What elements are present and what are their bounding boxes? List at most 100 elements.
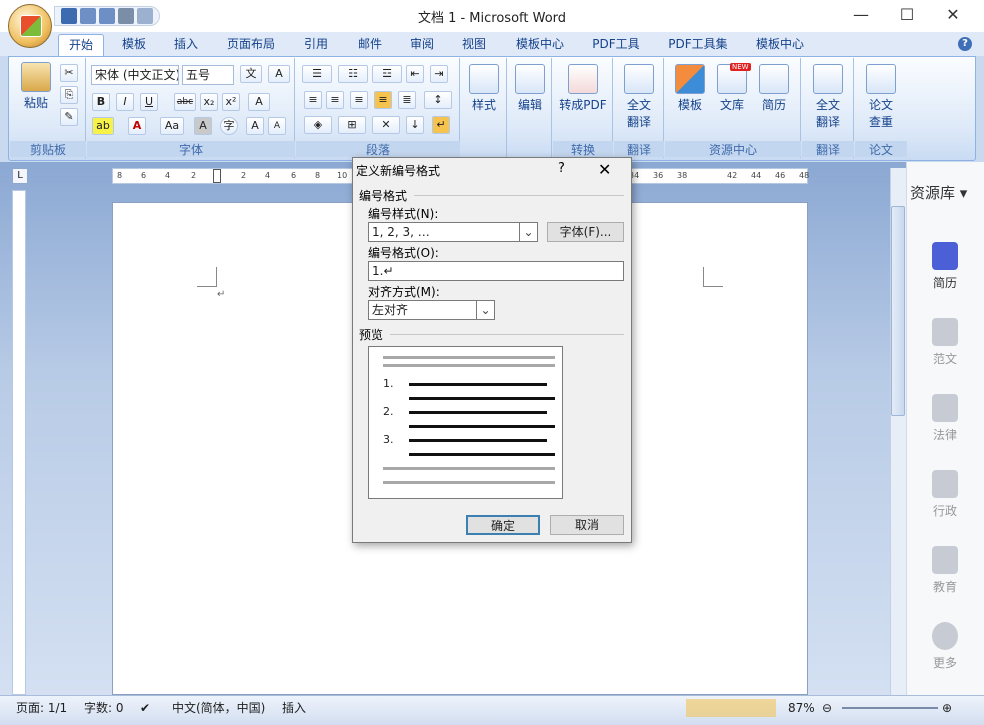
status-language[interactable]: 中文(简体，中国) [172, 699, 265, 717]
full-translate-button-2[interactable]: 全文翻译 [806, 64, 850, 130]
chevron-down-icon[interactable]: ⌄ [476, 301, 494, 319]
minimize-button[interactable]: — [850, 4, 872, 26]
grow-font-icon[interactable]: A [246, 117, 264, 135]
alignment-select[interactable]: 左对齐 ⌄ [368, 300, 495, 320]
dialog-title: 定义新编号格式 [356, 164, 441, 178]
tab-view[interactable]: 视图 [452, 34, 496, 56]
side-panel-title[interactable]: 资源库 ▾ [910, 182, 967, 203]
shrink-font-icon[interactable]: A [268, 117, 286, 135]
side-item-resume[interactable]: 简历 [906, 242, 984, 291]
view-buttons[interactable] [686, 699, 776, 717]
tab-template[interactable]: 模板 [112, 34, 156, 56]
show-marks-icon[interactable]: ↵ [432, 116, 450, 134]
group-label-convert: 转换 [553, 141, 613, 157]
cut-icon[interactable]: ✂ [60, 64, 78, 82]
font-color-icon[interactable]: A [128, 117, 146, 135]
font-size-combo[interactable]: 五号 [182, 65, 234, 85]
status-page[interactable]: 页面: 1/1 [16, 699, 67, 717]
align-center-icon[interactable]: ≡ [326, 91, 344, 109]
underline-icon[interactable]: U [140, 93, 158, 111]
chinese-layout-icon[interactable]: ✕ [372, 116, 400, 134]
side-item-admin[interactable]: 行政 [906, 470, 984, 519]
align-left-icon[interactable]: ≡ [304, 91, 322, 109]
tab-home[interactable]: 开始 [58, 34, 104, 56]
tab-review[interactable]: 审阅 [400, 34, 444, 56]
change-case-icon[interactable]: Aa [160, 117, 184, 135]
side-item-more[interactable]: 更多 [906, 622, 984, 671]
translate-icon-2 [813, 64, 843, 94]
cancel-button[interactable]: 取消 [550, 515, 624, 535]
enclosed-char-icon[interactable]: 字 [220, 117, 238, 135]
zoom-level[interactable]: 87% [788, 699, 815, 717]
shading-icon[interactable]: ◈ [304, 116, 332, 134]
dialog-help-button[interactable]: ? [558, 161, 565, 176]
font-button[interactable]: 字体(F)... [547, 222, 624, 242]
pdf-icon [568, 64, 598, 94]
borders-icon[interactable]: ⊞ [338, 116, 366, 134]
side-item-law[interactable]: 法律 [906, 394, 984, 443]
format-painter-icon[interactable]: ✎ [60, 108, 78, 126]
status-insert-mode[interactable]: 插入 [282, 699, 306, 717]
tab-page-layout[interactable]: 页面布局 [218, 34, 284, 56]
edit-button[interactable]: 编辑 [510, 64, 550, 113]
paste-button[interactable]: 粘贴 [16, 62, 56, 111]
help-icon[interactable]: ? [958, 37, 972, 51]
superscript-icon[interactable]: x² [222, 93, 240, 111]
chevron-down-icon[interactable]: ⌄ [519, 223, 537, 241]
office-button[interactable] [8, 4, 52, 48]
bullets-icon[interactable]: ☰ [302, 65, 332, 83]
ok-button[interactable]: 确定 [466, 515, 540, 535]
indent-marker[interactable] [213, 169, 221, 183]
library-button[interactable]: 文库 [712, 64, 752, 113]
multilevel-list-icon[interactable]: ☲ [372, 65, 402, 83]
numbering-icon[interactable]: ☷ [338, 65, 368, 83]
char-shading-icon[interactable]: A [194, 117, 212, 135]
tab-insert[interactable]: 插入 [164, 34, 208, 56]
strikethrough-icon[interactable]: abc [174, 93, 196, 111]
side-item-sample[interactable]: 范文 [906, 318, 984, 367]
increase-indent-icon[interactable]: ⇥ [430, 65, 448, 83]
align-right-icon[interactable]: ≡ [350, 91, 368, 109]
phonetic-guide-icon[interactable]: 文 [240, 65, 262, 83]
template-button[interactable]: 模板 [670, 64, 710, 113]
tab-references[interactable]: 引用 [294, 34, 338, 56]
tab-template-center-2[interactable]: 模板中心 [746, 34, 814, 56]
maximize-button[interactable]: ☐ [896, 4, 918, 26]
distributed-icon[interactable]: ≣ [398, 91, 416, 109]
scroll-thumb[interactable] [891, 206, 905, 416]
justify-icon[interactable]: ≡ [374, 91, 392, 109]
sort-icon[interactable]: ↓ [406, 116, 424, 134]
resume-button[interactable]: 简历 [754, 64, 794, 113]
tab-mailings[interactable]: 邮件 [348, 34, 392, 56]
italic-icon[interactable]: I [116, 93, 134, 111]
tab-pdf-toolset[interactable]: PDF工具集 [660, 34, 736, 56]
tab-template-center[interactable]: 模板中心 [506, 34, 574, 56]
dialog-close-button[interactable]: ✕ [598, 160, 611, 179]
new-badge: NEW [730, 63, 751, 71]
bold-icon[interactable]: B [92, 93, 110, 111]
tab-pdf-tools[interactable]: PDF工具 [584, 34, 648, 56]
zoom-in-icon[interactable]: ⊕ [942, 699, 952, 717]
full-translate-button[interactable]: 全文翻译 [616, 64, 662, 130]
copy-icon[interactable]: ⎘ [60, 86, 78, 104]
proofing-icon[interactable]: ✔ [140, 699, 150, 717]
line-spacing-icon[interactable]: ↕ [424, 91, 452, 109]
side-item-education[interactable]: 教育 [906, 546, 984, 595]
number-format-input[interactable]: 1.↵ [368, 261, 624, 281]
highlight-icon[interactable]: ab [92, 117, 114, 135]
vertical-ruler[interactable] [12, 190, 26, 695]
styles-button[interactable]: 样式 [464, 64, 504, 113]
zoom-slider[interactable] [842, 707, 938, 709]
to-pdf-button[interactable]: 转成PDF [554, 64, 612, 113]
tab-selector[interactable]: L [12, 168, 28, 184]
status-word-count[interactable]: 字数: 0 [84, 699, 124, 717]
font-name-combo[interactable]: 宋体 (中文正文) [91, 65, 179, 85]
paper-check-button[interactable]: 论文查重 [858, 64, 904, 130]
zoom-out-icon[interactable]: ⊖ [822, 699, 832, 717]
decrease-indent-icon[interactable]: ⇤ [406, 65, 424, 83]
clear-format-icon[interactable]: A [248, 93, 270, 111]
char-border-icon[interactable]: A [268, 65, 290, 83]
subscript-icon[interactable]: x₂ [200, 93, 218, 111]
close-button[interactable]: ✕ [942, 4, 964, 26]
number-style-select[interactable]: 1, 2, 3, … ⌄ [368, 222, 538, 242]
